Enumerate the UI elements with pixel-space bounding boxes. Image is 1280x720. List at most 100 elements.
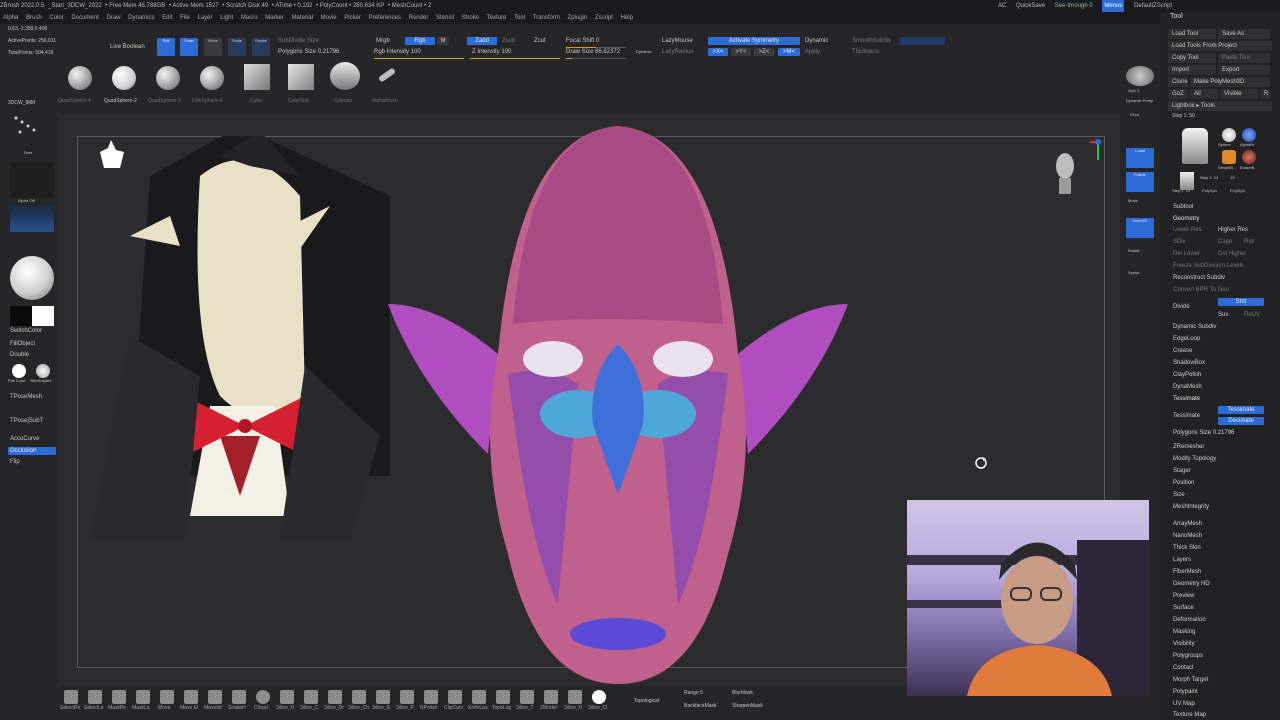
menu-layer[interactable]: Layer	[198, 12, 213, 24]
all-button[interactable]: All	[1190, 89, 1218, 99]
3dcw-t-brush-icon[interactable]	[520, 690, 534, 704]
ac-button[interactable]: AC	[998, 0, 1006, 12]
menu-light[interactable]: Light	[220, 12, 233, 24]
reuv-button[interactable]: ReUV	[1244, 310, 1260, 320]
menu-file[interactable]: File	[180, 12, 190, 24]
range-slider[interactable]: Range 5	[684, 690, 703, 696]
draw-size-track[interactable]	[566, 58, 626, 59]
morph-target-section[interactable]: Morph Target	[1173, 675, 1208, 685]
menu-dynamics[interactable]: Dynamics	[128, 12, 154, 24]
menus-button[interactable]: Menus	[1102, 0, 1125, 12]
zadd-button[interactable]: Zadd	[467, 37, 497, 45]
subtool-section[interactable]: Subtool	[1173, 202, 1193, 212]
del-lower-button[interactable]: Del Lower	[1173, 249, 1200, 259]
export-button[interactable]: Export	[1218, 65, 1270, 75]
menu-brush[interactable]: Brush	[26, 12, 42, 24]
menu-texture[interactable]: Texture	[487, 12, 507, 24]
load-tool-button[interactable]: Load Tool	[1168, 29, 1216, 39]
skinshade-icon[interactable]	[36, 364, 50, 378]
modify-topology-section[interactable]: Modify Topology	[1173, 454, 1216, 464]
menu-preferences[interactable]: Preferences	[369, 12, 401, 24]
preview-section[interactable]: Preview	[1173, 591, 1194, 601]
frame-button[interactable]: Frame	[1126, 172, 1154, 192]
tessimate-section[interactable]: Tessimate	[1173, 394, 1200, 404]
geometry-hd-section[interactable]: Geometry HD	[1173, 579, 1210, 589]
dynamic-toggle-button[interactable]	[900, 37, 945, 45]
apply-button[interactable]: Apply	[805, 49, 820, 55]
navigation-gizmo-icon[interactable]	[1088, 136, 1108, 164]
dynamic-subdiv-button[interactable]: Dynamic	[805, 38, 828, 44]
flip-button[interactable]: Flip	[10, 459, 20, 465]
suv-button[interactable]: Suv	[1218, 310, 1228, 320]
import-button[interactable]: Import	[1168, 65, 1216, 75]
move-brush-icon[interactable]	[160, 690, 174, 704]
menu-draw[interactable]: Draw	[106, 12, 120, 24]
snakehook-brush-icon[interactable]	[232, 690, 246, 704]
zoom3d-button[interactable]: Zoom3D	[1126, 218, 1154, 238]
menu-zplugin[interactable]: Zplugin	[568, 12, 588, 24]
sym-x-button[interactable]: >X<	[708, 48, 728, 56]
draw-button[interactable]: Draw	[180, 38, 198, 56]
local-button[interactable]: Local	[1126, 148, 1154, 168]
alpha-thumb[interactable]	[10, 162, 54, 198]
del-higher-button[interactable]: Del Higher	[1218, 249, 1246, 259]
menu-transform[interactable]: Transform	[533, 12, 560, 24]
disksphere-thumb[interactable]	[200, 66, 224, 90]
current-tool-thumb[interactable]	[1182, 128, 1208, 164]
thick-skin-section[interactable]: Thick Skin	[1173, 543, 1201, 553]
menu-picker[interactable]: Picker	[344, 12, 361, 24]
load-tools-from-project-button[interactable]: Load Tools From Project	[1168, 41, 1272, 51]
menu-stencil[interactable]: Stencil	[436, 12, 454, 24]
size-section[interactable]: Size	[1173, 490, 1185, 500]
move-button[interactable]: Move	[204, 38, 222, 56]
lazyradius-slider[interactable]: LazyRadius	[662, 49, 693, 55]
menu-marker[interactable]: Marker	[265, 12, 284, 24]
rgb-button[interactable]: Rgb	[405, 37, 435, 45]
freeze-subdivision-button[interactable]: Freeze SubDivision Levels	[1173, 261, 1244, 271]
paste-tool-button[interactable]: Paste Tool	[1218, 53, 1270, 63]
dynamic-button[interactable]: Dynamic	[636, 49, 652, 54]
focal-shift-track[interactable]	[566, 47, 626, 48]
selectlasso-brush-icon[interactable]	[88, 690, 102, 704]
topological-button[interactable]: Topological	[634, 698, 659, 704]
reconstruct-subdiv-button[interactable]: Reconstruct Subdiv	[1173, 273, 1225, 283]
activate-symmetry-button[interactable]: Activate Symmetry	[708, 37, 800, 45]
decimate-button[interactable]: Decimate	[1218, 417, 1264, 425]
menu-macro[interactable]: Macro	[241, 12, 258, 24]
goz-button[interactable]: GoZ	[1168, 89, 1188, 99]
live-boolean-button[interactable]: Live Boolean	[110, 44, 145, 50]
move-elastic-brush-icon[interactable]	[184, 690, 198, 704]
sdiv-slider[interactable]: SDiv	[1173, 237, 1186, 247]
menu-alpha[interactable]: Alpha	[3, 12, 18, 24]
default-zscript-button[interactable]: DefaultZScript	[1134, 0, 1172, 12]
fibermesh-section[interactable]: FiberMesh	[1173, 567, 1201, 577]
contact-section[interactable]: Contact	[1173, 663, 1194, 673]
zcut-button[interactable]: Zcut	[534, 38, 546, 44]
chisel-brush-icon[interactable]	[256, 690, 270, 704]
menu-document[interactable]: Document	[71, 12, 98, 24]
dynamic-subdiv-section[interactable]: Dynamic Subdiv	[1173, 322, 1216, 332]
alphabrush-thumb[interactable]	[377, 67, 397, 83]
meshintegrity-section[interactable]: MeshIntegrity	[1173, 502, 1209, 512]
quadsphere3-thumb[interactable]	[156, 66, 180, 90]
spix-label[interactable]: Spix 3	[1128, 88, 1139, 93]
menu-zscript[interactable]: Zscript	[595, 12, 613, 24]
tpose-mesh-button[interactable]: TPoseMesh	[10, 394, 42, 400]
lightbox-tools-button[interactable]: Lightbox ▸ Tools	[1168, 101, 1272, 111]
move-view-button[interactable]: Move	[1128, 198, 1138, 203]
3dcw-ch-brush-icon[interactable]	[352, 690, 366, 704]
primary-color-swatch[interactable]	[32, 306, 54, 326]
cage-button[interactable]: Cage	[1218, 237, 1232, 247]
sym-y-button[interactable]: >Y<	[731, 48, 751, 56]
see-through-slider[interactable]: See-through 0	[1055, 0, 1093, 12]
sym-m-button[interactable]: >M<	[778, 48, 800, 56]
rgb-intensity-track[interactable]	[374, 58, 464, 59]
m-button[interactable]: M	[437, 37, 449, 45]
menu-edit[interactable]: Edit	[162, 12, 172, 24]
mrgb-button[interactable]: Mrgb	[376, 38, 390, 44]
position-section[interactable]: Position	[1173, 478, 1194, 488]
quadsphere4-thumb[interactable]	[68, 66, 92, 90]
backface-mask-button[interactable]: BackfaceMask	[684, 703, 717, 709]
menu-stroke[interactable]: Stroke	[462, 12, 479, 24]
shadowbox-section[interactable]: ShadowBox	[1173, 358, 1205, 368]
